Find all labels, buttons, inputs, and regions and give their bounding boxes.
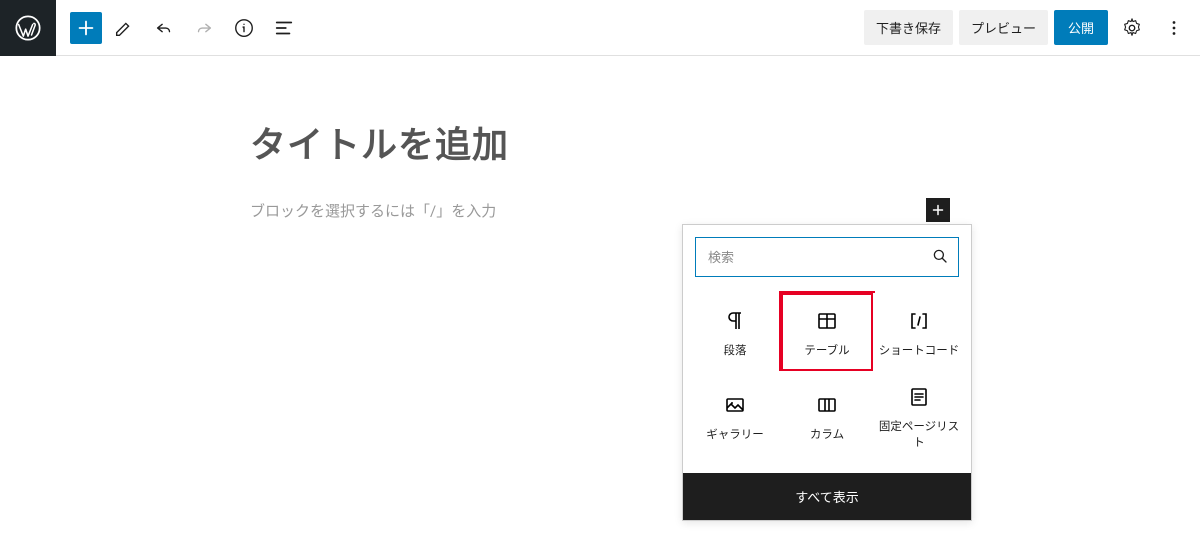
- plus-icon: [75, 17, 97, 39]
- publish-button[interactable]: 公開: [1054, 10, 1108, 45]
- title-area: タイトルを追加 ブロックを選択するには「/」を入力: [240, 116, 960, 222]
- block-item-label: 段落: [724, 343, 747, 359]
- block-item-label: テーブル: [804, 343, 849, 359]
- shortcode-icon: [907, 309, 931, 333]
- save-draft-button[interactable]: 下書き保存: [864, 10, 953, 45]
- inserter-search-input[interactable]: [695, 237, 959, 277]
- paragraph-icon: [723, 309, 747, 333]
- content-placeholder[interactable]: ブロックを選択するには「/」を入力: [250, 200, 496, 221]
- inline-inserter-button[interactable]: [926, 198, 950, 222]
- wordpress-icon: [14, 14, 42, 42]
- content-row: ブロックを選択するには「/」を入力: [250, 198, 950, 222]
- block-item-shortcode[interactable]: ショートコード: [873, 293, 965, 371]
- block-grid: 段落 テーブル ショートコード ギャラリー カラム 固定ページリスト: [683, 289, 971, 473]
- pencil-icon: [113, 17, 135, 39]
- inserter-search-wrap: [683, 225, 971, 289]
- block-item-table[interactable]: テーブル: [781, 293, 873, 371]
- toolbar-right: 下書き保存 プレビュー 公開: [864, 10, 1192, 46]
- plus-icon: [929, 201, 947, 219]
- block-item-page-list[interactable]: 固定ページリスト: [873, 371, 965, 461]
- editor-canvas: タイトルを追加 ブロックを選択するには「/」を入力: [0, 56, 1200, 222]
- search-icon: [931, 247, 949, 269]
- block-item-label: ショートコード: [879, 343, 960, 359]
- toolbar-left: [8, 0, 302, 56]
- edit-mode-button[interactable]: [106, 10, 142, 46]
- options-button[interactable]: [1156, 10, 1192, 46]
- preview-button[interactable]: プレビュー: [959, 10, 1048, 45]
- details-button[interactable]: [226, 10, 262, 46]
- gear-icon: [1121, 17, 1143, 39]
- redo-button[interactable]: [186, 10, 222, 46]
- undo-icon: [153, 17, 175, 39]
- top-toolbar: 下書き保存 プレビュー 公開: [0, 0, 1200, 56]
- block-item-label: 固定ページリスト: [877, 419, 961, 451]
- list-view-icon: [273, 17, 295, 39]
- columns-icon: [815, 393, 839, 417]
- undo-button[interactable]: [146, 10, 182, 46]
- page-list-icon: [907, 385, 931, 409]
- info-icon: [233, 17, 255, 39]
- inserter-browse-all[interactable]: すべて表示: [683, 473, 971, 520]
- redo-icon: [193, 17, 215, 39]
- settings-button[interactable]: [1114, 10, 1150, 46]
- kebab-icon: [1163, 17, 1185, 39]
- outline-button[interactable]: [266, 10, 302, 46]
- add-block-button[interactable]: [70, 12, 102, 44]
- block-item-paragraph[interactable]: 段落: [689, 293, 781, 371]
- block-inserter-popover: 段落 テーブル ショートコード ギャラリー カラム 固定ページリスト すべて表示: [682, 224, 972, 521]
- wordpress-logo[interactable]: [0, 0, 56, 56]
- gallery-icon: [723, 393, 747, 417]
- block-item-gallery[interactable]: ギャラリー: [689, 371, 781, 461]
- block-item-label: ギャラリー: [706, 427, 764, 443]
- post-title-input[interactable]: タイトルを追加: [250, 116, 950, 168]
- block-item-label: カラム: [810, 427, 844, 443]
- block-item-columns[interactable]: カラム: [781, 371, 873, 461]
- table-icon: [815, 309, 839, 333]
